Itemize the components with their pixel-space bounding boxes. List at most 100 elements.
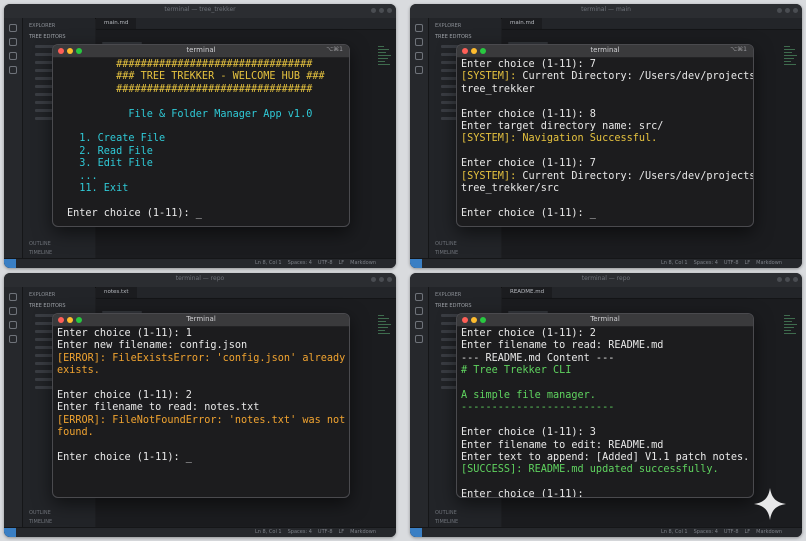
source-control-icon[interactable]	[415, 52, 423, 60]
terminal-line: [SYSTEM]: Navigation Successful.	[461, 133, 658, 145]
minimap[interactable]	[784, 315, 798, 341]
status-item[interactable]: Markdown	[756, 529, 782, 535]
editor-tab[interactable]: README.md	[502, 287, 553, 298]
status-items: Ln 8, Col 1 Spaces: 4 UTF-8 LF Markdown	[655, 529, 782, 535]
files-icon[interactable]	[9, 24, 17, 32]
status-item[interactable]: Ln 8, Col 1	[661, 529, 688, 535]
terminal-titlebar[interactable]: Terminal	[457, 314, 753, 327]
status-item[interactable]: Ln 8, Col 1	[661, 260, 688, 266]
status-item[interactable]: LF	[339, 529, 345, 535]
panel-icon[interactable]	[371, 277, 376, 282]
status-items: Ln 8, Col 1 Spaces: 4 UTF-8 LF Markdown	[249, 529, 376, 535]
status-item[interactable]: UTF-8	[724, 529, 739, 535]
status-item[interactable]: Spaces: 4	[288, 260, 312, 266]
status-item[interactable]: Markdown	[756, 260, 782, 266]
explorer-section[interactable]: TREE EDITORS	[435, 34, 472, 40]
status-item[interactable]: Spaces: 4	[694, 529, 718, 535]
status-bar: Ln 8, Col 1 Spaces: 4 UTF-8 LF Markdown	[4, 527, 396, 537]
status-item[interactable]: LF	[745, 260, 751, 266]
extensions-icon[interactable]	[9, 335, 17, 343]
search-icon[interactable]	[415, 307, 423, 315]
outline-header[interactable]: OUTLINE	[29, 241, 51, 247]
terminal-titlebar[interactable]: terminal ⌥⌘1	[457, 45, 753, 58]
terminal-output[interactable]: Enter choice (1-11): 2 Enter filename to …	[461, 328, 750, 497]
window-titlebar[interactable]: terminal — main	[410, 4, 802, 19]
explorer-section[interactable]: TREE EDITORS	[29, 34, 66, 40]
status-item[interactable]: Spaces: 4	[694, 260, 718, 266]
split-icon[interactable]	[785, 8, 790, 13]
terminal-shortcut: ⌥⌘1	[326, 46, 343, 53]
terminal-output[interactable]: Enter choice (1-11): 7 [SYSTEM]: Current …	[461, 59, 753, 222]
split-icon[interactable]	[379, 8, 384, 13]
files-icon[interactable]	[415, 293, 423, 301]
timeline-header[interactable]: TIMELINE	[29, 250, 52, 256]
source-control-icon[interactable]	[9, 321, 17, 329]
terminal-titlebar[interactable]: Terminal	[53, 314, 349, 327]
terminal-line: File & Folder Manager App v1.0	[67, 108, 313, 120]
minimap[interactable]	[378, 46, 392, 72]
layout-icon[interactable]	[387, 8, 392, 13]
window-titlebar[interactable]: terminal — tree_trekker	[4, 4, 396, 19]
extensions-icon[interactable]	[415, 66, 423, 74]
timeline-header[interactable]: TIMELINE	[435, 519, 458, 525]
split-icon[interactable]	[379, 277, 384, 282]
window-titlebar[interactable]: terminal — repo	[410, 273, 802, 288]
status-item[interactable]: UTF-8	[724, 260, 739, 266]
timeline-header[interactable]: TIMELINE	[435, 250, 458, 256]
status-item[interactable]: UTF-8	[318, 260, 333, 266]
search-icon[interactable]	[415, 38, 423, 46]
editor-tab[interactable]: notes.txt	[96, 287, 137, 298]
outline-header[interactable]: OUTLINE	[29, 510, 51, 516]
extensions-icon[interactable]	[415, 335, 423, 343]
status-item[interactable]: Markdown	[350, 260, 376, 266]
status-item[interactable]: Markdown	[350, 529, 376, 535]
remote-indicator[interactable]	[410, 259, 422, 268]
search-icon[interactable]	[9, 307, 17, 315]
minimap[interactable]	[784, 46, 798, 72]
extensions-icon[interactable]	[9, 66, 17, 74]
panel-icon[interactable]	[777, 8, 782, 13]
status-item[interactable]: LF	[745, 529, 751, 535]
explorer-section[interactable]: TREE EDITORS	[29, 303, 66, 309]
terminal-window-1[interactable]: terminal ⌥⌘1 ###########################…	[52, 44, 350, 227]
layout-icon[interactable]	[793, 277, 798, 282]
files-icon[interactable]	[415, 24, 423, 32]
outline-header[interactable]: OUTLINE	[435, 510, 457, 516]
source-control-icon[interactable]	[9, 52, 17, 60]
status-item[interactable]: Ln 8, Col 1	[255, 260, 282, 266]
terminal-output[interactable]: Enter choice (1-11): 1 Enter new filename…	[57, 328, 345, 493]
timeline-header[interactable]: TIMELINE	[29, 519, 52, 525]
files-icon[interactable]	[9, 293, 17, 301]
system-tag: [SYSTEM]:	[461, 71, 517, 83]
status-item[interactable]: LF	[339, 260, 345, 266]
source-control-icon[interactable]	[415, 321, 423, 329]
editor-tab[interactable]: main.md	[502, 18, 543, 29]
layout-icon[interactable]	[387, 277, 392, 282]
terminal-output[interactable]: ################################ ### TRE…	[67, 59, 345, 222]
outline-header[interactable]: OUTLINE	[435, 241, 457, 247]
explorer-section[interactable]: TREE EDITORS	[435, 303, 472, 309]
terminal-window-2[interactable]: terminal ⌥⌘1 Enter choice (1-11): 7 [SYST…	[456, 44, 754, 227]
terminal-line: Enter text to append: [Added] V1.1 patch…	[461, 452, 750, 464]
terminal-line: Enter new filename: config.json	[57, 340, 248, 352]
terminal-titlebar[interactable]: terminal ⌥⌘1	[53, 45, 349, 58]
minimap[interactable]	[378, 315, 392, 341]
editor-tab[interactable]: main.md	[96, 18, 137, 29]
search-icon[interactable]	[9, 38, 17, 46]
remote-indicator[interactable]	[4, 259, 16, 268]
status-item[interactable]: Ln 8, Col 1	[255, 529, 282, 535]
panel-icon[interactable]	[777, 277, 782, 282]
terminal-window-4[interactable]: Terminal Enter choice (1-11): 2 Enter fil…	[456, 313, 754, 498]
tab-bar: main.md	[502, 18, 802, 30]
status-item[interactable]: Spaces: 4	[288, 529, 312, 535]
layout-icon[interactable]	[793, 8, 798, 13]
panel-icon[interactable]	[371, 8, 376, 13]
terminal-window-3[interactable]: Terminal Enter choice (1-11): 1 Enter new…	[52, 313, 350, 498]
split-icon[interactable]	[785, 277, 790, 282]
window-titlebar[interactable]: terminal — repo	[4, 273, 396, 288]
remote-indicator[interactable]	[410, 528, 422, 537]
status-item[interactable]: UTF-8	[318, 529, 333, 535]
remote-indicator[interactable]	[4, 528, 16, 537]
